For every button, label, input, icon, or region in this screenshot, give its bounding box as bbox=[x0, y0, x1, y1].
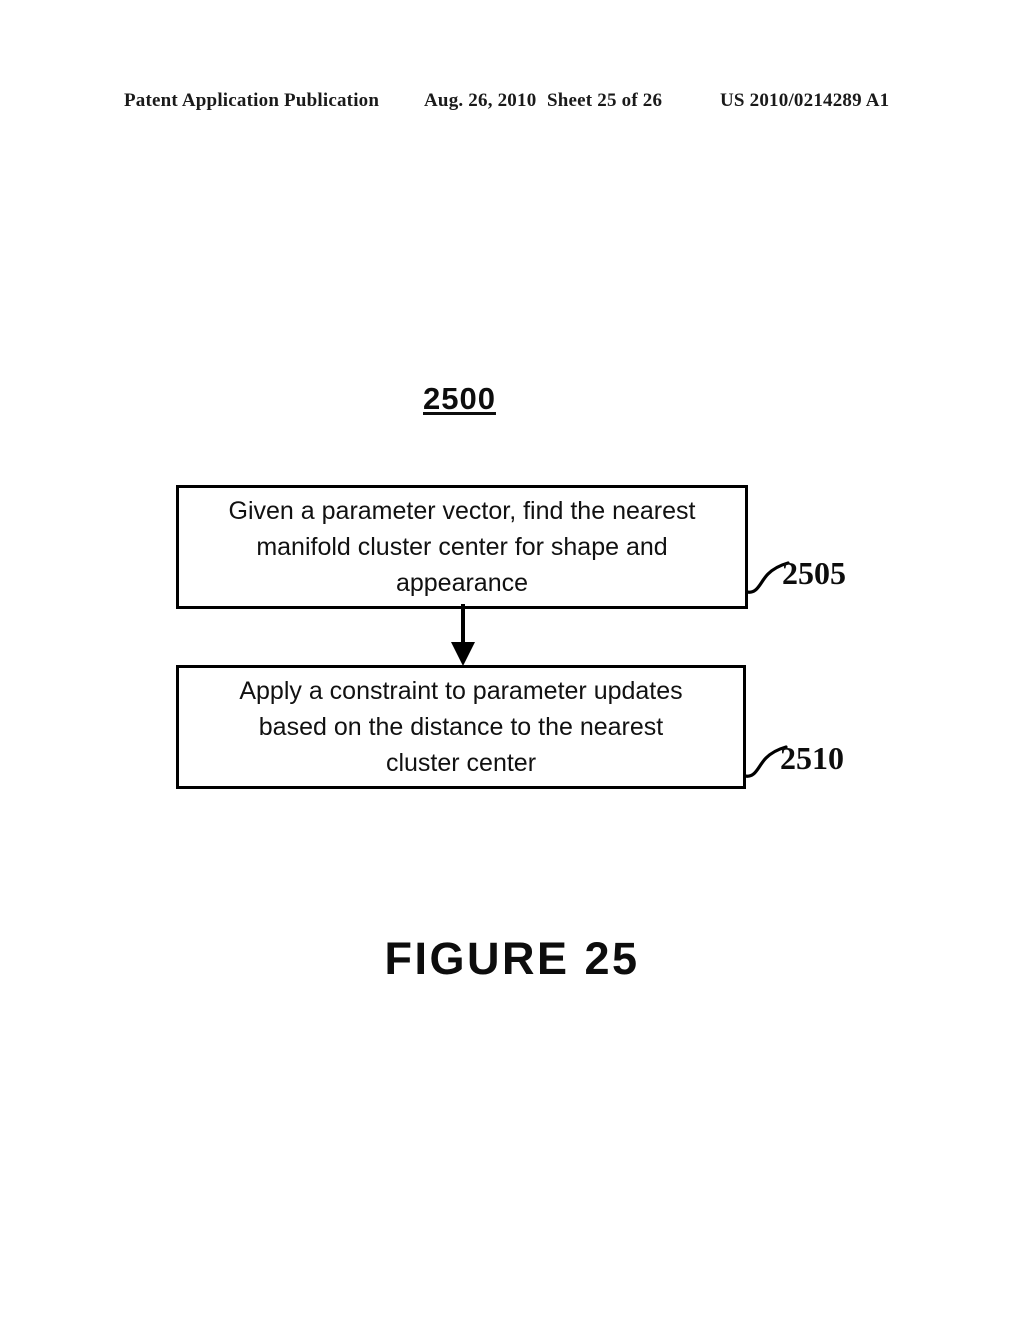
header-publication-date: Aug. 26, 2010 bbox=[424, 90, 537, 111]
patent-figure-page: Patent Application Publication Aug. 26, … bbox=[0, 0, 1024, 1320]
header-sheet-number: Sheet 25 of 26 bbox=[547, 90, 663, 111]
header-publication-label: Patent Application Publication bbox=[124, 90, 380, 111]
flowchart-step-2505-text: Given a parameter vector, find the neare… bbox=[228, 497, 696, 597]
flowchart-step-2510: Apply a constraint to parameter updates … bbox=[176, 665, 746, 789]
flowchart-step-2505: Given a parameter vector, find the neare… bbox=[176, 485, 748, 609]
header-patent-number: US 2010/0214289 A1 bbox=[720, 90, 890, 111]
flowchart-step-2510-text: Apply a constraint to parameter updates … bbox=[239, 677, 683, 777]
figure-caption: FIGURE 25 bbox=[384, 933, 640, 984]
callout-number-2510: 2510 bbox=[780, 740, 844, 776]
arrow-down-icon bbox=[451, 604, 475, 666]
figure-reference-number: 2500 bbox=[423, 381, 496, 416]
callout-number-2505: 2505 bbox=[782, 555, 846, 591]
